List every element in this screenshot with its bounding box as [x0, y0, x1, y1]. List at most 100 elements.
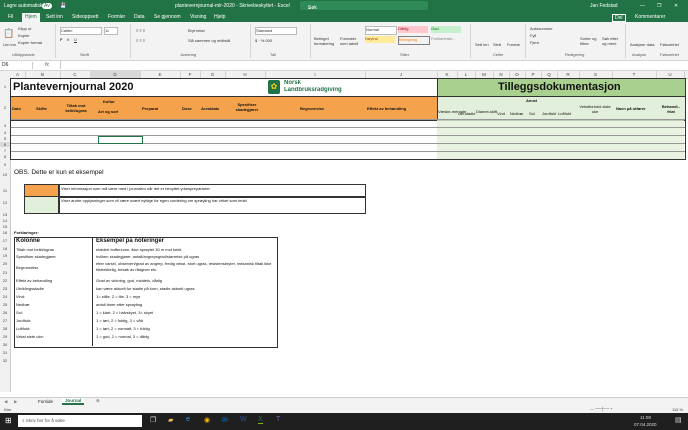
tab-hjelp[interactable]: Hjelp	[214, 14, 225, 20]
row-header[interactable]: 18	[0, 246, 10, 251]
find-select-button[interactable]: Søk etter og merk	[602, 36, 622, 46]
row-header[interactable]: 19	[0, 253, 10, 258]
cut-button[interactable]: Klipp ut	[18, 26, 31, 31]
row-header[interactable]: 20	[0, 261, 10, 266]
maximize-icon[interactable]: ❐	[657, 3, 661, 9]
save-icon[interactable]: 💾	[60, 3, 66, 9]
col-header-l[interactable]: L	[457, 71, 476, 78]
sheet-tab-forside[interactable]: Forside	[38, 399, 53, 404]
col-header-d[interactable]: D	[90, 71, 141, 78]
style-bad[interactable]: Dårlig	[398, 26, 428, 33]
row-header[interactable]: 1	[0, 84, 10, 89]
file-explorer-icon[interactable]: ▰	[168, 416, 173, 424]
autosave-toggle[interactable]: Av	[42, 3, 52, 9]
format-as-table-button[interactable]: Formater som tabell	[340, 36, 364, 46]
align-left-icon[interactable]: ≡ ≡ ≡	[136, 38, 145, 43]
worksheet[interactable]: Plantevernjournal 2020 ✿ Norsk Landbruks…	[10, 78, 688, 397]
style-explanatory[interactable]: Forklarende...	[431, 36, 461, 43]
style-neutral[interactable]: Nøytral	[365, 36, 395, 43]
autosave-label[interactable]: Lagre automatisk	[4, 3, 42, 9]
row-header[interactable]: 29	[0, 334, 10, 339]
fill-button[interactable]: Fyll	[530, 33, 536, 38]
col-header-h[interactable]: H	[225, 71, 266, 78]
task-view-icon[interactable]: ❐	[150, 416, 156, 424]
tab-sideoppsett[interactable]: Sideoppsett	[72, 14, 98, 20]
row-header[interactable]: 5	[0, 136, 10, 141]
excel-icon[interactable]: X	[258, 416, 263, 424]
fx-icon[interactable]: fx	[45, 62, 49, 68]
paste-button[interactable]: Lim inn	[3, 42, 16, 47]
col-header-j[interactable]: J	[365, 71, 438, 78]
row-header[interactable]: 22	[0, 278, 10, 283]
italic-button[interactable]: K	[67, 37, 70, 42]
formula-input[interactable]	[60, 61, 681, 69]
chrome-icon[interactable]: ◉	[204, 416, 210, 424]
autosum-button[interactable]: Autosummer	[530, 26, 553, 31]
format-painter-button[interactable]: Kopier format	[18, 40, 42, 45]
col-header-q[interactable]: Q	[541, 71, 558, 78]
clock-time[interactable]: 11:08	[640, 415, 651, 420]
underline-button[interactable]: U	[74, 37, 77, 42]
tab-fil[interactable]: Fil	[8, 14, 13, 20]
number-format-select[interactable]: Standard	[255, 27, 297, 35]
outlook-icon[interactable]: ✉	[222, 416, 228, 424]
row-header[interactable]: 11	[0, 188, 10, 193]
row-header[interactable]: 23	[0, 286, 10, 291]
share-button[interactable]: Del	[612, 14, 626, 22]
row-header[interactable]: 32	[0, 358, 10, 363]
row-header[interactable]: 27	[0, 318, 10, 323]
clear-button[interactable]: Fjern	[530, 40, 539, 45]
row-header[interactable]: 3	[0, 123, 10, 128]
row-header[interactable]: 26	[0, 310, 10, 315]
row-header[interactable]: 6	[0, 142, 10, 147]
sort-filter-button[interactable]: Sorter og filtrer	[580, 36, 600, 46]
col-header-u[interactable]: U	[656, 71, 685, 78]
row-header[interactable]: 17	[0, 238, 10, 243]
format-cells-button[interactable]: Format	[507, 42, 520, 47]
zoom-slider[interactable]: — ──┼── +	[590, 406, 613, 411]
clock-date[interactable]: 07.04.2020	[634, 422, 657, 427]
next-sheet-icon[interactable]: ▶	[14, 399, 17, 405]
col-header-r[interactable]: R	[557, 71, 580, 78]
row-header[interactable]: 31	[0, 350, 10, 355]
row-header[interactable]: 4	[0, 130, 10, 135]
edge-icon[interactable]: e	[186, 416, 190, 423]
row-header[interactable]: 30	[0, 342, 10, 347]
font-size-select[interactable]: 11	[104, 27, 118, 35]
col-header-g[interactable]: G	[200, 71, 226, 78]
row-header[interactable]: 24	[0, 294, 10, 299]
wrap-text-button[interactable]: Bryt tekst	[188, 28, 205, 33]
col-header-t[interactable]: T	[612, 71, 657, 78]
paste-icon[interactable]: 📋	[3, 28, 14, 39]
row-header[interactable]: 13	[0, 212, 10, 217]
row-header[interactable]: 21	[0, 270, 10, 275]
conditional-formatting-button[interactable]: Betinget formatering	[314, 36, 340, 46]
prev-sheet-icon[interactable]: ◀	[4, 399, 7, 405]
search-box[interactable]: ⌕ Søk	[300, 1, 428, 11]
optional-data-rows[interactable]	[437, 119, 684, 159]
col-header-o[interactable]: O	[509, 71, 526, 78]
col-header-c[interactable]: C	[60, 71, 91, 78]
row-header[interactable]: 16	[0, 230, 10, 235]
name-box[interactable]: D6	[2, 62, 33, 69]
align-top-icon[interactable]: ≡ ≡ ≡	[136, 28, 145, 33]
col-header-k[interactable]: K	[437, 71, 458, 78]
notification-icon[interactable]: ▤	[675, 416, 682, 424]
sensitivity-button[interactable]: Følsomhet	[660, 42, 679, 47]
col-header-e[interactable]: E	[140, 71, 181, 78]
row-header[interactable]: 10	[0, 172, 10, 177]
style-good[interactable]: God	[431, 26, 461, 33]
minimize-icon[interactable]: —	[640, 3, 645, 9]
col-header-f[interactable]: F	[180, 71, 201, 78]
font-name-select[interactable]: Calibri	[60, 27, 102, 35]
col-header-n[interactable]: N	[493, 71, 510, 78]
row-header[interactable]: 25	[0, 302, 10, 307]
delete-cells-button[interactable]: Slett	[493, 42, 501, 47]
tab-data[interactable]: Data	[134, 14, 145, 20]
tab-se-gjennom[interactable]: Se gjennom	[154, 14, 181, 20]
col-header-s[interactable]: S	[579, 71, 613, 78]
row-header[interactable]: 14	[0, 218, 10, 223]
col-header-b[interactable]: B	[25, 71, 61, 78]
add-sheet-icon[interactable]: ⊕	[96, 398, 100, 404]
tab-formler[interactable]: Formler	[108, 14, 125, 20]
